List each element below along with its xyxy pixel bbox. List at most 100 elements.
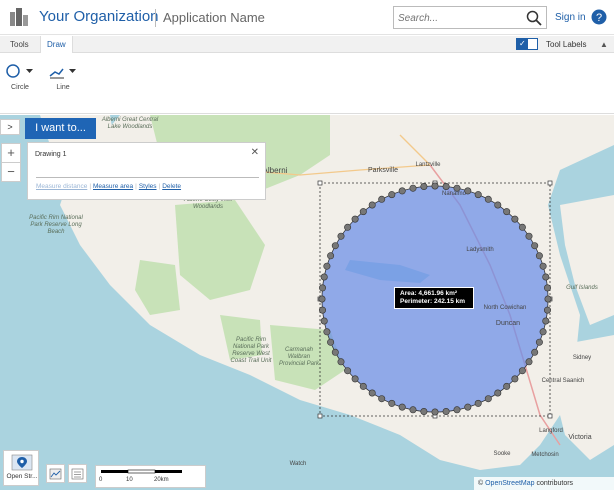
line-tool-button[interactable]: Line bbox=[46, 60, 80, 94]
circle-vertex-handle[interactable] bbox=[359, 208, 367, 216]
help-icon[interactable]: ? bbox=[591, 9, 607, 25]
circle-vertex-handle[interactable] bbox=[351, 215, 359, 223]
basemap-switcher[interactable]: Open Str... bbox=[3, 450, 39, 486]
circle-vertex-handle[interactable] bbox=[359, 382, 367, 390]
circle-vertex-handle[interactable] bbox=[337, 232, 345, 240]
openstreetmap-link[interactable]: OpenStreetMap bbox=[485, 480, 534, 487]
scale-tick-20: 20km bbox=[154, 477, 169, 483]
circle-vertex-handle[interactable] bbox=[531, 242, 539, 250]
circle-vertex-handle[interactable] bbox=[525, 232, 533, 240]
circle-vertex-handle[interactable] bbox=[368, 389, 376, 397]
drawing-panel: Drawing 1 ✕ Measure distance | Measure are… bbox=[27, 142, 266, 200]
delete-link[interactable]: Delete bbox=[162, 183, 181, 190]
circle-vertex-handle[interactable] bbox=[531, 348, 539, 356]
circle-vertex-handle[interactable] bbox=[318, 306, 326, 314]
drawing-actions: Measure distance | Measure area | Styles | Del… bbox=[36, 183, 181, 190]
circle-vertex-handle[interactable] bbox=[511, 215, 519, 223]
circle-vertex-handle[interactable] bbox=[378, 195, 386, 203]
circle-vertex-handle[interactable] bbox=[442, 183, 450, 191]
circle-vertex-handle[interactable] bbox=[484, 395, 492, 403]
circle-vertex-handle[interactable] bbox=[320, 317, 328, 325]
circle-vertex-handle[interactable] bbox=[431, 182, 439, 190]
circle-vertex-handle[interactable] bbox=[327, 252, 335, 260]
circle-vertex-handle[interactable] bbox=[511, 375, 519, 383]
circle-vertex-handle[interactable] bbox=[409, 184, 417, 192]
circle-vertex-handle[interactable] bbox=[494, 389, 502, 397]
area-text: Area: 4,661.96 km² bbox=[400, 290, 458, 297]
legend-icon[interactable] bbox=[68, 464, 87, 483]
circle-vertex-handle[interactable] bbox=[318, 284, 326, 292]
circle-vertex-handle[interactable] bbox=[542, 317, 550, 325]
collapse-ribbon-icon[interactable]: ▲ bbox=[600, 40, 608, 49]
circle-vertex-handle[interactable] bbox=[318, 295, 326, 303]
map-label-parksville: Parksville bbox=[368, 167, 398, 174]
circle-vertex-handle[interactable] bbox=[474, 191, 482, 199]
circle-vertex-handle[interactable] bbox=[484, 195, 492, 203]
layer-thumbnail-icon[interactable] bbox=[46, 464, 65, 483]
circle-vertex-handle[interactable] bbox=[518, 367, 526, 375]
circle-vertex-handle[interactable] bbox=[337, 358, 345, 366]
map-label-sooke: Sooke bbox=[493, 451, 511, 457]
circle-vertex-handle[interactable] bbox=[409, 406, 417, 414]
circle-vertex-handle[interactable] bbox=[535, 338, 543, 346]
circle-vertex-handle[interactable] bbox=[542, 273, 550, 281]
circle-vertex-handle[interactable] bbox=[344, 367, 352, 375]
zoom-out-button[interactable]: − bbox=[1, 162, 21, 182]
zoom-in-button[interactable]: + bbox=[1, 143, 21, 163]
circle-vertex-handle[interactable] bbox=[388, 191, 396, 199]
circle-vertex-handle[interactable] bbox=[368, 201, 376, 209]
circle-vertex-handle[interactable] bbox=[543, 306, 551, 314]
tab-draw[interactable]: Draw bbox=[40, 36, 73, 53]
circle-vertex-handle[interactable] bbox=[442, 407, 450, 415]
search-box[interactable] bbox=[393, 6, 547, 29]
basemap-label: Open Str... bbox=[6, 473, 38, 480]
circle-vertex-handle[interactable] bbox=[331, 348, 339, 356]
app-header: Your Organization Application Name Sign … bbox=[0, 0, 614, 35]
circle-vertex-handle[interactable] bbox=[398, 187, 406, 195]
close-icon[interactable]: ✕ bbox=[251, 147, 259, 158]
circle-vertex-handle[interactable] bbox=[344, 223, 352, 231]
tool-labels-toggle[interactable]: ✓ bbox=[516, 38, 538, 50]
circle-vertex-handle[interactable] bbox=[331, 242, 339, 250]
circle-vertex-handle[interactable] bbox=[388, 399, 396, 407]
circle-vertex-handle[interactable] bbox=[323, 262, 331, 270]
circle-vertex-handle[interactable] bbox=[503, 382, 511, 390]
i-want-to-button[interactable]: I want to... bbox=[25, 118, 96, 139]
search-icon[interactable] bbox=[526, 10, 542, 26]
circle-vertex-handle[interactable] bbox=[544, 295, 552, 303]
circle-vertex-handle[interactable] bbox=[327, 338, 335, 346]
map-label-north-cowichan: North Cowichan bbox=[483, 305, 527, 311]
application-name: Application Name bbox=[163, 10, 265, 25]
tab-tools[interactable]: Tools bbox=[4, 36, 35, 53]
circle-vertex-handle[interactable] bbox=[539, 328, 547, 336]
circle-vertex-handle[interactable] bbox=[518, 223, 526, 231]
circle-vertex-handle[interactable] bbox=[453, 406, 461, 414]
circle-vertex-handle[interactable] bbox=[503, 208, 511, 216]
organization-name: Your Organization bbox=[39, 8, 159, 25]
circle-vertex-handle[interactable] bbox=[320, 273, 328, 281]
measure-area-link[interactable]: Measure area bbox=[93, 183, 133, 190]
circle-vertex-handle[interactable] bbox=[464, 403, 472, 411]
measure-distance-link[interactable]: Measure distance bbox=[36, 183, 87, 190]
circle-tool-button[interactable]: Circle bbox=[3, 60, 37, 94]
circle-vertex-handle[interactable] bbox=[378, 395, 386, 403]
circle-vertex-handle[interactable] bbox=[431, 408, 439, 416]
circle-vertex-handle[interactable] bbox=[535, 252, 543, 260]
circle-vertex-handle[interactable] bbox=[525, 358, 533, 366]
circle-vertex-handle[interactable] bbox=[420, 407, 428, 415]
map-label-sidney: Sidney bbox=[572, 355, 592, 361]
scale-tick-0: 0 bbox=[99, 477, 103, 483]
sidebar-toggle-button[interactable]: > bbox=[0, 119, 20, 135]
sign-in-link[interactable]: Sign in bbox=[555, 12, 586, 23]
circle-vertex-handle[interactable] bbox=[323, 328, 331, 336]
draw-ribbon: Circle Line bbox=[0, 54, 614, 114]
circle-vertex-handle[interactable] bbox=[494, 201, 502, 209]
circle-vertex-handle[interactable] bbox=[543, 284, 551, 292]
search-input[interactable] bbox=[398, 10, 522, 26]
circle-vertex-handle[interactable] bbox=[474, 399, 482, 407]
circle-vertex-handle[interactable] bbox=[539, 262, 547, 270]
styles-link[interactable]: Styles bbox=[139, 183, 157, 190]
circle-vertex-handle[interactable] bbox=[420, 183, 428, 191]
circle-vertex-handle[interactable] bbox=[351, 375, 359, 383]
circle-vertex-handle[interactable] bbox=[398, 403, 406, 411]
